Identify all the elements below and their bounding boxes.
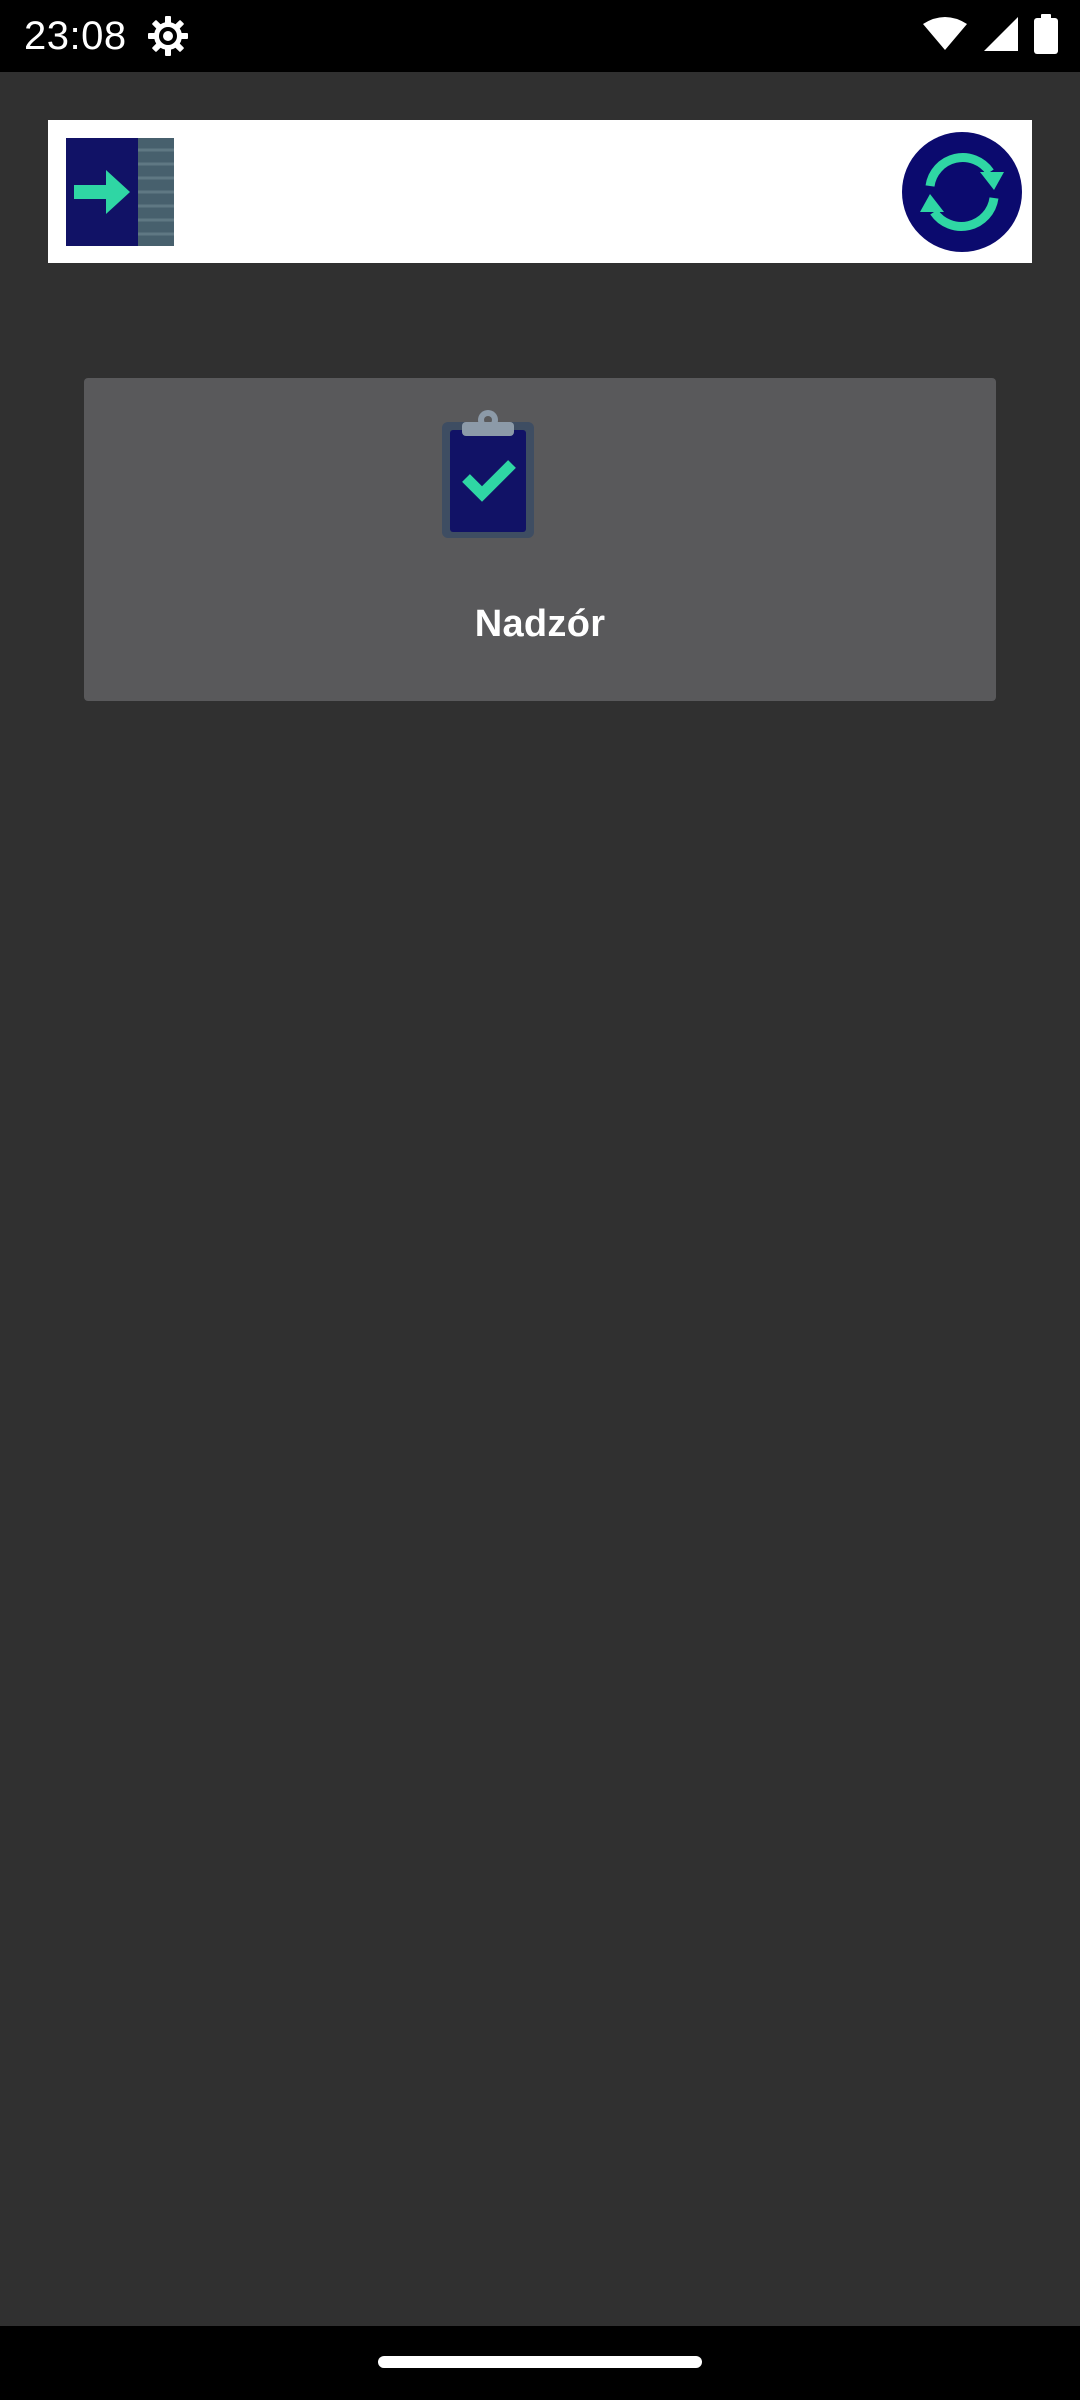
app-screen: 23:08 Nadzór [0,0,1080,2400]
sync-icon [902,153,1022,256]
login-arrow-logo-icon [66,138,174,246]
sync-button[interactable] [902,132,1022,252]
tile-nadzor[interactable] [84,378,996,701]
app-header [48,120,1032,263]
cellular-signal-icon [982,15,1020,58]
clipboard-check-icon [436,406,540,542]
status-icons [922,13,1058,59]
tile-label: Nadzór [474,603,606,645]
settings-gear-icon [146,14,190,58]
home-indicator[interactable] [378,2356,702,2368]
status-time: 23:08 [24,14,127,58]
status-bar: 23:08 [0,0,1080,72]
wifi-icon [922,16,968,57]
battery-icon [1034,13,1058,59]
